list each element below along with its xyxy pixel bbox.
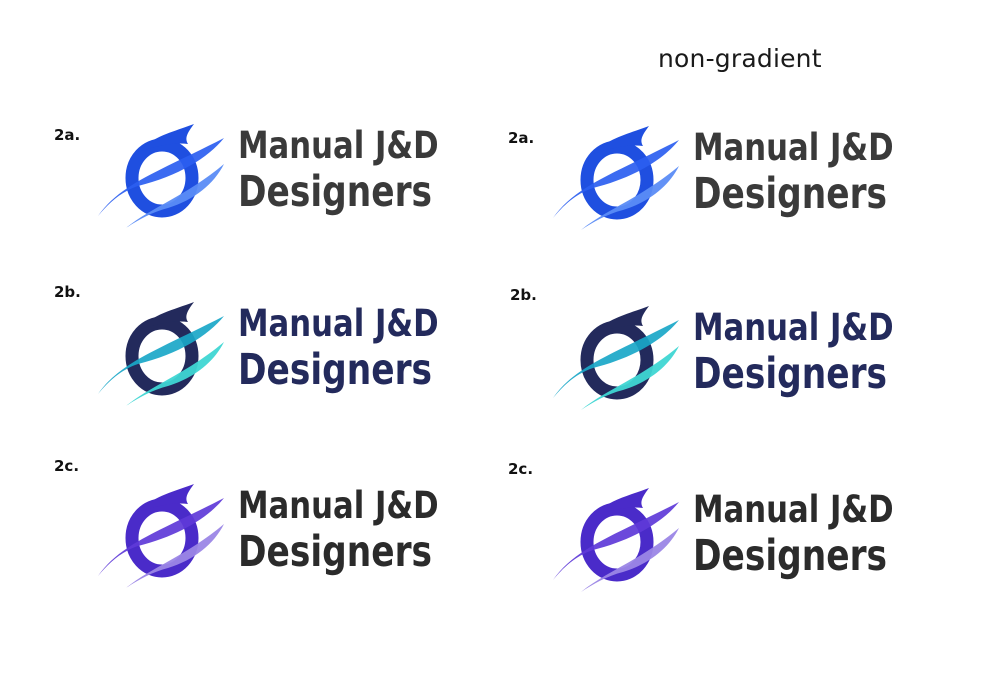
variant-label-2a: 2a. xyxy=(508,129,535,147)
logo-wordmark: Manual J&D Designers xyxy=(693,306,936,398)
logo-wordmark-line2: Designers xyxy=(693,349,888,399)
logo-wordmark-line1: Manual J&D xyxy=(238,124,439,167)
variant-label-2a: 2a. xyxy=(54,126,81,144)
logo-wordmark-line1: Manual J&D xyxy=(693,126,894,169)
variant-label-2c: 2c. xyxy=(54,457,80,475)
variant-label-2b: 2b. xyxy=(54,283,81,301)
logo-2c-flat: Manual J&D Designers xyxy=(553,488,913,598)
logo-wordmark-line1: Manual J&D xyxy=(693,306,894,349)
logo-2b-gradient: Manual J&D Designers xyxy=(98,302,458,412)
logo-2b-flat: Manual J&D Designers xyxy=(553,306,913,416)
variant-label-2b: 2b. xyxy=(510,286,537,304)
logo-wordmark-line2: Designers xyxy=(693,531,888,581)
non-gradient-heading: non-gradient xyxy=(658,44,822,73)
logo-wordmark-line1: Manual J&D xyxy=(693,488,894,531)
logo-wordmark-line2: Designers xyxy=(238,345,433,395)
logo-wordmark-line2: Designers xyxy=(238,527,433,577)
logo-mark-icon xyxy=(98,302,224,406)
logo-wordmark: Manual J&D Designers xyxy=(693,488,936,580)
variant-label-2c: 2c. xyxy=(508,460,534,478)
logo-2c-gradient: Manual J&D Designers xyxy=(98,484,458,594)
logo-mark-icon xyxy=(553,126,679,230)
logo-mark-icon xyxy=(553,306,679,410)
logo-wordmark: Manual J&D Designers xyxy=(238,302,481,394)
logo-wordmark: Manual J&D Designers xyxy=(693,126,936,218)
logo-wordmark: Manual J&D Designers xyxy=(238,484,481,576)
logo-mark-icon xyxy=(98,484,224,588)
logo-2a-flat: Manual J&D Designers xyxy=(553,126,913,236)
logo-wordmark-line1: Manual J&D xyxy=(238,484,439,527)
logo-mark-icon xyxy=(553,488,679,592)
logo-wordmark-line1: Manual J&D xyxy=(238,302,439,345)
logo-wordmark-line2: Designers xyxy=(693,169,888,219)
logo-wordmark: Manual J&D Designers xyxy=(238,124,481,216)
logo-wordmark-line2: Designers xyxy=(238,167,433,217)
logo-mark-icon xyxy=(98,124,224,228)
logo-2a-gradient: Manual J&D Designers xyxy=(98,124,458,234)
